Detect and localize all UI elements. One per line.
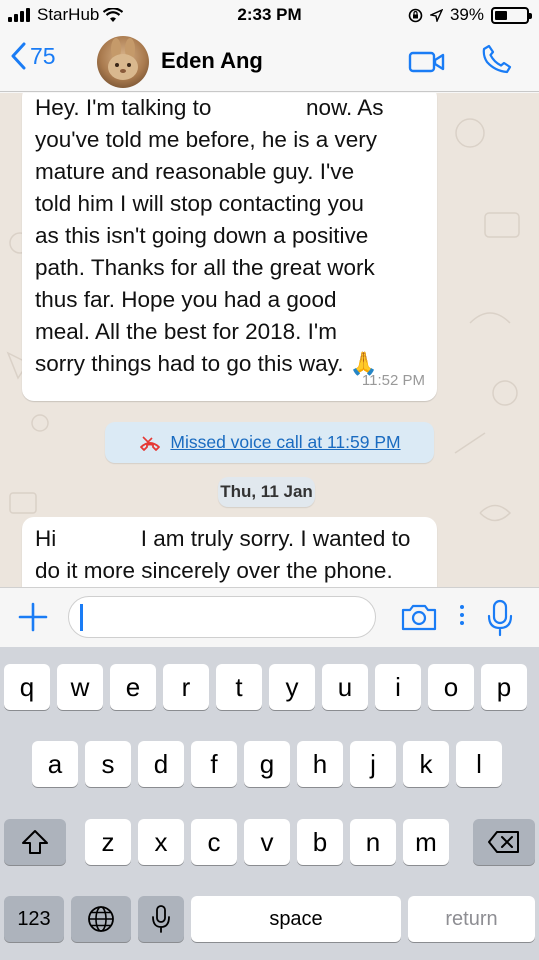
plus-icon[interactable] bbox=[17, 601, 49, 633]
message-line: told him I will stop contacting you bbox=[35, 191, 364, 216]
key-v[interactable]: v bbox=[244, 819, 290, 865]
key-a[interactable]: a bbox=[32, 741, 78, 787]
key-g[interactable]: g bbox=[244, 741, 290, 787]
globe-icon bbox=[88, 906, 114, 932]
microphone-key-icon bbox=[152, 905, 170, 933]
message-input[interactable] bbox=[68, 596, 376, 638]
message-input-bar bbox=[0, 587, 539, 647]
key-y[interactable]: y bbox=[269, 664, 315, 710]
incoming-message[interactable]: Hi I am truly sorry. I wanted to do it m… bbox=[22, 517, 437, 587]
key-l[interactable]: l bbox=[456, 741, 502, 787]
key-b[interactable]: b bbox=[297, 819, 343, 865]
message-line: as this isn't going down a positive bbox=[35, 223, 369, 248]
text-cursor bbox=[80, 604, 83, 631]
key-i[interactable]: i bbox=[375, 664, 421, 710]
rotation-lock-icon bbox=[408, 8, 423, 22]
rabbit-avatar-icon bbox=[108, 38, 138, 80]
battery-icon bbox=[491, 6, 532, 24]
status-bar: StarHub 2:33 PM 39% bbox=[0, 0, 539, 30]
key-n[interactable]: n bbox=[350, 819, 396, 865]
message-line: Hi I am truly sorry. I wanted to bbox=[35, 523, 424, 555]
key-h[interactable]: h bbox=[297, 741, 343, 787]
chat-area[interactable]: Hey. I'm talking to now. As you've told … bbox=[0, 93, 539, 587]
key-q[interactable]: q bbox=[4, 664, 50, 710]
phone-call-icon[interactable] bbox=[481, 43, 513, 75]
key-o[interactable]: o bbox=[428, 664, 474, 710]
location-icon bbox=[429, 8, 443, 22]
incoming-message[interactable]: Hey. I'm talking to now. As you've told … bbox=[22, 93, 437, 401]
battery-percent: 39% bbox=[449, 5, 484, 24]
backspace-key[interactable] bbox=[473, 819, 535, 865]
redacted-name bbox=[217, 93, 300, 124]
key-m[interactable]: m bbox=[403, 819, 449, 865]
key-p[interactable]: p bbox=[481, 664, 527, 710]
chevron-left-icon bbox=[11, 42, 26, 70]
back-count: 75 bbox=[30, 42, 56, 69]
keyboard: qwertyuiop asdfghjkl zxcvbnm 123 space r… bbox=[0, 647, 539, 960]
shift-icon bbox=[22, 830, 48, 854]
date-divider: Thu, 11 Jan bbox=[218, 477, 315, 507]
key-f[interactable]: f bbox=[191, 741, 237, 787]
message-line: meal. All the best for 2018. I'm bbox=[35, 319, 337, 344]
key-e[interactable]: e bbox=[110, 664, 156, 710]
message-line: Hey. I'm talking to now. As bbox=[35, 93, 424, 124]
key-z[interactable]: z bbox=[85, 819, 131, 865]
missed-call-label: Missed voice call at 11:59 PM bbox=[170, 432, 401, 452]
more-dots-icon bbox=[460, 605, 464, 629]
key-r[interactable]: r bbox=[163, 664, 209, 710]
contact-name[interactable]: Eden Ang bbox=[161, 48, 263, 74]
missed-call-notice[interactable]: Missed voice call at 11:59 PM bbox=[105, 422, 434, 463]
numbers-key[interactable]: 123 bbox=[4, 896, 64, 942]
redacted-name bbox=[62, 523, 135, 555]
message-line: thus far. Hope you had a good bbox=[35, 287, 337, 312]
globe-key[interactable] bbox=[71, 896, 131, 942]
message-line: path. Thanks for all the great work bbox=[35, 255, 375, 280]
shift-key[interactable] bbox=[4, 819, 66, 865]
key-c[interactable]: c bbox=[191, 819, 237, 865]
back-button[interactable]: 75 bbox=[10, 42, 56, 70]
return-key[interactable]: return bbox=[408, 896, 535, 942]
message-timestamp: 11:52 PM bbox=[361, 372, 425, 389]
backspace-icon bbox=[488, 831, 519, 853]
message-line: do it more sincerely over the phone. bbox=[35, 558, 393, 583]
battery-level bbox=[495, 10, 507, 20]
contact-avatar[interactable] bbox=[97, 36, 149, 88]
key-d[interactable]: d bbox=[138, 741, 184, 787]
key-s[interactable]: s bbox=[85, 741, 131, 787]
key-t[interactable]: t bbox=[216, 664, 262, 710]
message-line: you've told me before, he is a very bbox=[35, 127, 377, 152]
key-j[interactable]: j bbox=[350, 741, 396, 787]
dictation-key[interactable] bbox=[138, 896, 184, 942]
key-x[interactable]: x bbox=[138, 819, 184, 865]
missed-call-icon bbox=[140, 435, 161, 451]
camera-icon[interactable] bbox=[400, 602, 438, 632]
status-right: 39% bbox=[408, 5, 532, 25]
microphone-icon[interactable] bbox=[486, 599, 514, 637]
key-k[interactable]: k bbox=[403, 741, 449, 787]
chat-header: 75 Eden Ang bbox=[0, 30, 539, 92]
key-w[interactable]: w bbox=[57, 664, 103, 710]
space-key[interactable]: space bbox=[191, 896, 401, 942]
message-line: mature and reasonable guy. I've bbox=[35, 159, 355, 184]
video-call-icon[interactable] bbox=[408, 50, 446, 74]
key-u[interactable]: u bbox=[322, 664, 368, 710]
